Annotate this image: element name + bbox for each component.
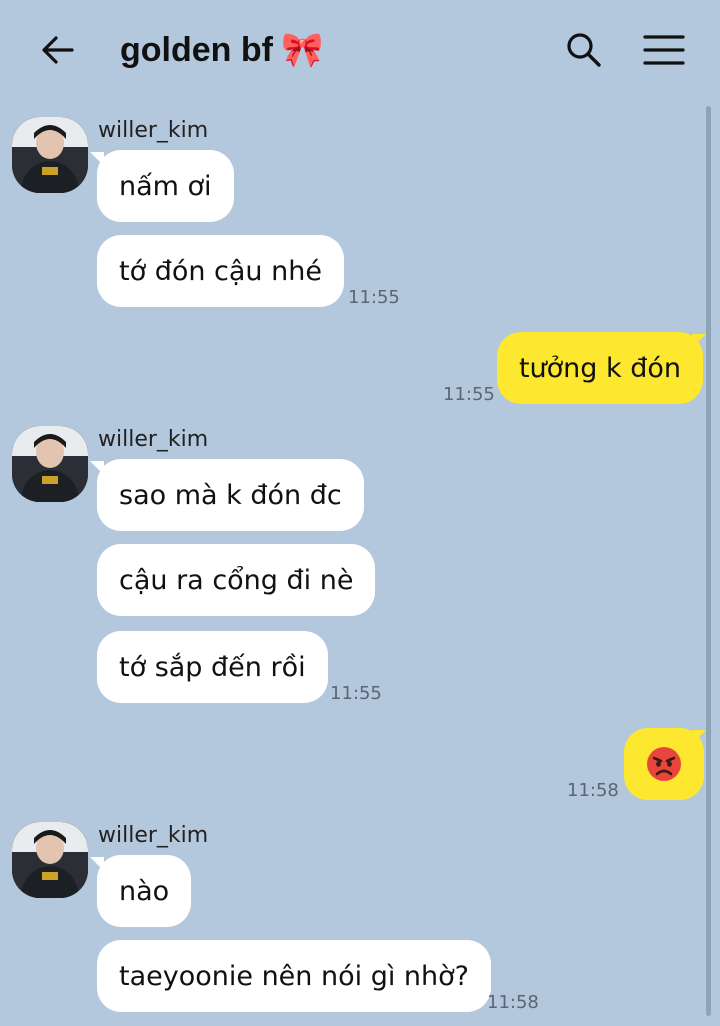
message-bubble[interactable]: cậu ra cổng đi nè bbox=[97, 544, 376, 616]
sender-name: willer_kim bbox=[98, 427, 209, 452]
bubble-tail bbox=[692, 334, 706, 348]
avatar-image bbox=[12, 426, 88, 502]
search-button[interactable] bbox=[560, 26, 608, 74]
message-bubble[interactable]: tớ đón cậu nhé bbox=[97, 235, 344, 307]
avatar[interactable] bbox=[12, 426, 88, 502]
avatar-image bbox=[12, 822, 88, 898]
message-bubble[interactable]: nấm ơi bbox=[97, 150, 234, 222]
avatar[interactable] bbox=[12, 822, 88, 898]
top-bar: golden bf 🎀 bbox=[0, 0, 720, 100]
message-bubble[interactable]: taeyoonie nên nói gì nhờ? bbox=[97, 940, 491, 1012]
message-bubble[interactable]: tưởng k đón bbox=[496, 332, 703, 404]
arrow-left-icon bbox=[42, 36, 74, 64]
hamburger-menu-icon bbox=[643, 35, 685, 65]
message-bubble[interactable]: tớ sắp đến rồi bbox=[97, 631, 328, 703]
avatar[interactable] bbox=[12, 117, 88, 193]
search-icon bbox=[567, 33, 601, 67]
chat-title-text: golden bf bbox=[120, 30, 273, 69]
menu-button[interactable] bbox=[636, 26, 692, 74]
back-button[interactable] bbox=[30, 26, 86, 74]
message-timestamp: 11:58 bbox=[487, 992, 539, 1013]
sender-name: willer_kim bbox=[98, 118, 209, 143]
ribbon-icon: 🎀 bbox=[280, 31, 324, 69]
chat-title: golden bf 🎀 bbox=[120, 26, 323, 74]
angry-face-icon bbox=[647, 747, 681, 781]
avatar-image bbox=[12, 117, 88, 193]
sender-name: willer_kim bbox=[98, 823, 209, 848]
message-timestamp: 11:55 bbox=[348, 287, 400, 308]
message-timestamp: 11:58 bbox=[567, 780, 619, 801]
message-timestamp: 11:55 bbox=[330, 683, 382, 704]
bubble-tail bbox=[692, 730, 706, 744]
message-timestamp: 11:55 bbox=[443, 384, 495, 405]
message-bubble[interactable]: sao mà k đón đc bbox=[97, 459, 364, 531]
message-bubble[interactable]: nào bbox=[97, 855, 192, 927]
scrollbar[interactable] bbox=[706, 106, 711, 1016]
